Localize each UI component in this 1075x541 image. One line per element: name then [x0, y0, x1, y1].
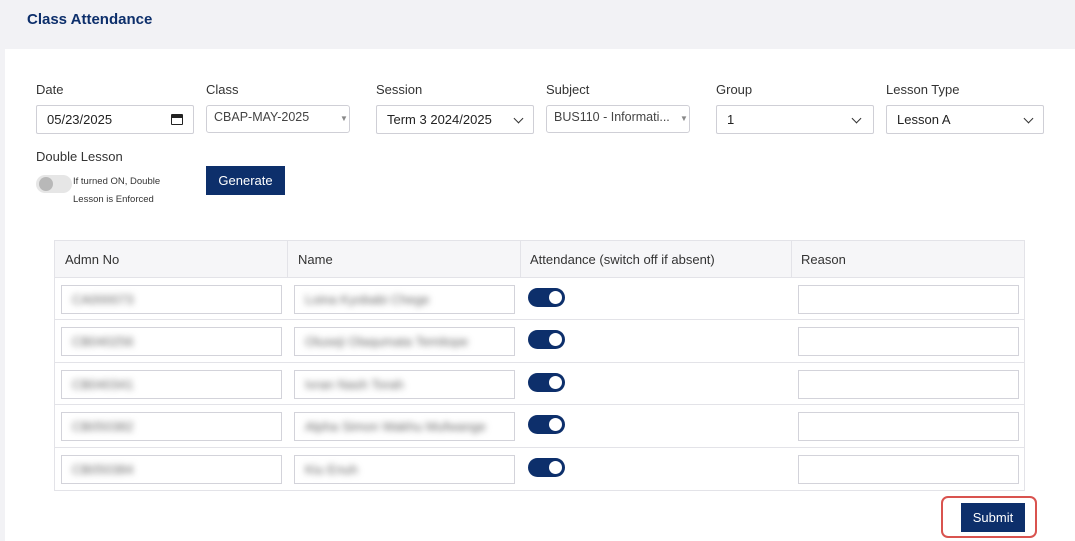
double-lesson-note-line1: If turned ON, Double — [73, 176, 161, 187]
lesson-type-label: Lesson Type — [886, 82, 960, 97]
attendance-toggle[interactable] — [528, 457, 565, 477]
admn-no-value: CB050384 — [72, 461, 134, 477]
admn-no-value: CA000073 — [72, 292, 134, 307]
subject-value: BUS110 - Informati... — [554, 110, 670, 124]
column-divider — [791, 241, 792, 278]
table-row: CB050384 Kiu Enuh — [55, 448, 1024, 490]
double-lesson-note-line2: Lesson is Enforced — [73, 194, 154, 205]
chevron-down-icon — [851, 113, 862, 124]
reason-field[interactable] — [798, 412, 1019, 442]
subject-select[interactable]: BUS110 - Informati... ▼ — [546, 105, 690, 133]
name-value: Alpha Simon Wakhu Mufwange — [305, 419, 486, 435]
attendance-toggle[interactable] — [528, 288, 565, 307]
column-divider — [520, 241, 521, 278]
toggle-knob — [549, 460, 562, 474]
session-value: Term 3 2024/2025 — [387, 112, 492, 127]
name-field[interactable]: Ivran Nash Torah — [294, 369, 515, 399]
submit-button[interactable]: Submit — [961, 503, 1025, 532]
header-reason: Reason — [801, 252, 846, 267]
class-label: Class — [206, 82, 239, 97]
table-row: CB040341 Ivran Nash Torah — [55, 363, 1024, 406]
attendance-table: Admn No Name Attendance (switch off if a… — [54, 240, 1025, 491]
toggle-knob — [549, 375, 562, 389]
admn-no-field[interactable]: CB050382 — [61, 412, 282, 442]
toggle-knob — [549, 418, 562, 432]
name-field[interactable]: Loina Kyobabi Chege — [294, 285, 515, 314]
class-value: CBAP-MAY-2025 — [214, 110, 310, 124]
reason-field[interactable] — [798, 454, 1019, 484]
admn-no-value: CB040256 — [72, 334, 134, 350]
lesson-type-select[interactable]: Lesson A — [886, 105, 1044, 134]
date-input[interactable]: 05/23/2025 — [36, 105, 194, 134]
header-attendance: Attendance (switch off if absent) — [530, 252, 715, 267]
toggle-knob — [549, 291, 562, 304]
group-label: Group — [716, 82, 753, 97]
admn-no-field[interactable]: CB050384 — [61, 454, 282, 484]
lesson-type-value: Lesson A — [897, 112, 951, 127]
name-value: Kiu Enuh — [305, 461, 358, 477]
date-label: Date — [36, 82, 64, 97]
date-value: 05/23/2025 — [47, 112, 113, 127]
caret-down-icon: ▼ — [680, 114, 688, 123]
name-field[interactable]: Alpha Simon Wakhu Mufwange — [294, 412, 515, 442]
name-value: Ivran Nash Torah — [305, 376, 404, 392]
reason-field[interactable] — [798, 327, 1019, 357]
double-lesson-note: If turned ON, Double Lesson is Enforced — [73, 173, 183, 209]
admn-no-value: CB050382 — [72, 419, 134, 435]
chevron-down-icon — [1023, 113, 1034, 124]
header-name: Name — [298, 252, 333, 267]
attendance-toggle[interactable] — [528, 330, 565, 350]
name-value: Loina Kyobabi Chege — [305, 292, 430, 307]
double-lesson-toggle[interactable] — [36, 175, 72, 193]
group-select[interactable]: 1 — [716, 105, 874, 134]
double-lesson-label: Double Lesson — [36, 149, 123, 164]
admn-no-field[interactable]: CA000073 — [61, 285, 282, 314]
class-select[interactable]: CBAP-MAY-2025 ▼ — [206, 105, 350, 133]
admn-no-field[interactable]: CB040341 — [61, 369, 282, 399]
name-field[interactable]: Oluseji Olaqumata Temitope — [294, 327, 515, 357]
reason-field[interactable] — [798, 369, 1019, 399]
table-header: Admn No Name Attendance (switch off if a… — [55, 241, 1024, 278]
page-header: Class Attendance — [0, 0, 1075, 48]
calendar-icon[interactable] — [170, 114, 183, 125]
toggle-knob — [549, 333, 562, 347]
chevron-down-icon — [513, 113, 524, 124]
attendance-toggle[interactable] — [528, 415, 565, 435]
attendance-toggle[interactable] — [528, 372, 565, 392]
page-title: Class Attendance — [27, 11, 153, 28]
session-select[interactable]: Term 3 2024/2025 — [376, 105, 534, 134]
table-row: CA000073 Loina Kyobabi Chege — [55, 278, 1024, 321]
name-field[interactable]: Kiu Enuh — [294, 454, 515, 484]
column-divider — [287, 241, 288, 278]
subject-label: Subject — [546, 82, 590, 97]
table-row: CB040256 Oluseji Olaqumata Temitope — [55, 320, 1024, 363]
group-value: 1 — [727, 112, 735, 127]
table-row: CB050382 Alpha Simon Wakhu Mufwange — [55, 405, 1024, 448]
admn-no-field[interactable]: CB040256 — [61, 327, 282, 357]
header-admn-no: Admn No — [65, 252, 120, 267]
name-value: Oluseji Olaqumata Temitope — [305, 334, 469, 350]
reason-field[interactable] — [798, 285, 1019, 314]
session-label: Session — [376, 82, 423, 97]
admn-no-value: CB040341 — [72, 376, 134, 392]
generate-button[interactable]: Generate — [206, 166, 285, 195]
toggle-knob — [39, 177, 53, 191]
caret-down-icon: ▼ — [340, 114, 348, 123]
